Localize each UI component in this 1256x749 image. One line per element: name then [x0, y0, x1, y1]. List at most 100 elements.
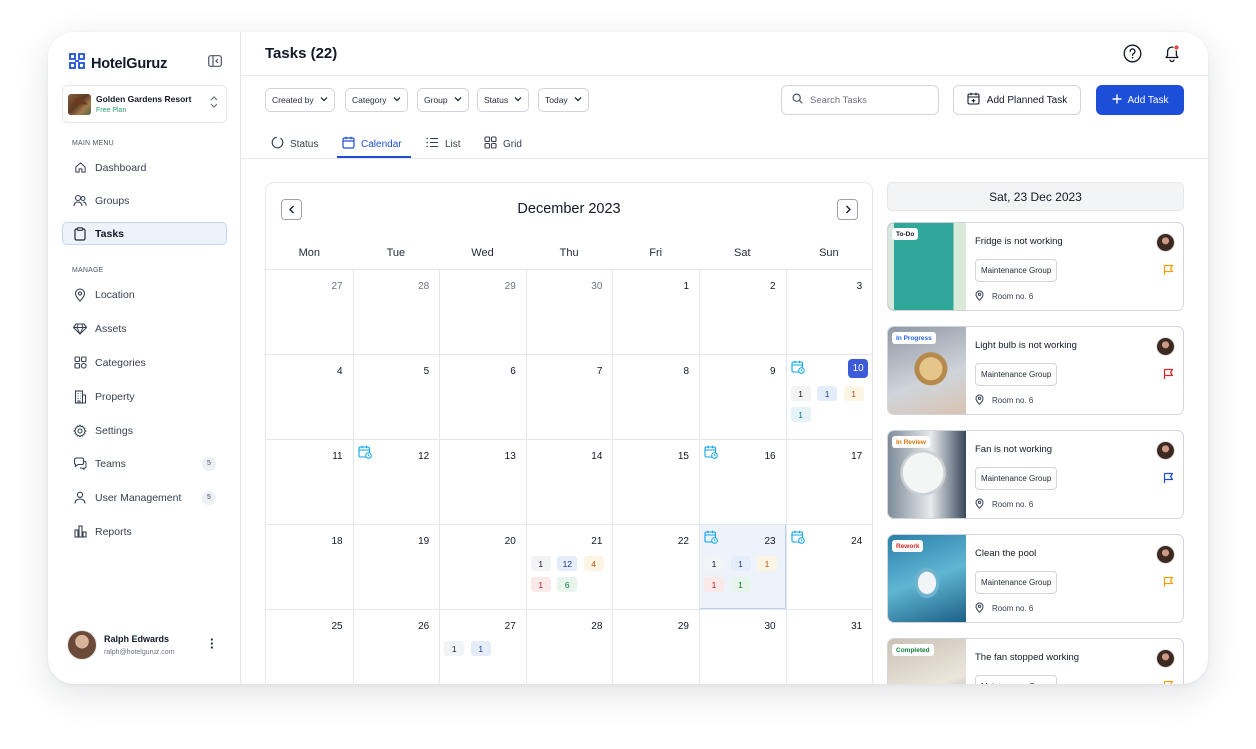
planned-task-icon[interactable]	[704, 445, 718, 464]
sidebar-item-reports[interactable]: Reports	[62, 520, 227, 543]
sidebar-item-label: Categories	[95, 356, 146, 369]
day-number: 26	[418, 621, 430, 632]
sidebar-item-location[interactable]: Location	[62, 283, 227, 306]
weekday-header: Mon	[298, 247, 320, 259]
sidebar-item-property[interactable]: Property	[62, 385, 227, 408]
highlighted-day-badge[interactable]: 10	[848, 359, 869, 378]
sidebar-item-groups[interactable]: Groups	[62, 189, 227, 212]
priority-flag-icon[interactable]	[1163, 471, 1174, 489]
planned-task-icon[interactable]	[704, 530, 718, 549]
sidebar-item-tasks[interactable]: Tasks	[62, 222, 227, 245]
planned-task-icon[interactable]	[791, 530, 805, 549]
filter-status[interactable]: Status	[477, 88, 530, 112]
task-count-chip[interactable]: 1	[704, 556, 724, 571]
tab-list[interactable]: List	[426, 130, 461, 158]
tab-grid[interactable]: Grid	[484, 130, 522, 158]
clipboard-icon	[73, 226, 87, 241]
status-badge: In Review	[892, 436, 930, 448]
sidebar-item-dashboard[interactable]: Dashboard	[62, 156, 227, 179]
search-input[interactable]	[810, 94, 920, 106]
help-icon[interactable]	[1123, 44, 1142, 68]
task-count-chip[interactable]: 1	[790, 386, 811, 401]
tabs-divider	[241, 158, 1208, 159]
day-number: 13	[504, 451, 516, 462]
priority-flag-icon[interactable]	[1163, 575, 1174, 593]
collapse-sidebar-icon[interactable]	[208, 54, 222, 72]
tab-calendar[interactable]: Calendar	[342, 130, 402, 158]
task-count-chip[interactable]: 1	[704, 577, 724, 592]
sidebar-item-teams[interactable]: Teams 5	[62, 452, 227, 475]
users-icon	[73, 194, 87, 208]
logo-icon	[67, 51, 87, 76]
next-month-button[interactable]	[837, 199, 858, 220]
filter-group[interactable]: Group	[417, 88, 469, 112]
tab-status[interactable]: Status	[271, 130, 318, 158]
tab-label: Grid	[503, 138, 522, 150]
day-number: 6	[510, 366, 516, 377]
status-badge: Completed	[892, 644, 934, 656]
calendar-month-title: December 2023	[517, 201, 621, 217]
filter-created-by[interactable]: Created by	[265, 88, 335, 112]
day-number: 9	[770, 366, 776, 377]
day-number: 28	[591, 621, 603, 632]
day-number: 8	[683, 366, 689, 377]
add-task-button[interactable]: Add Task	[1096, 85, 1184, 115]
filter-label: Today	[545, 95, 568, 105]
filter-date[interactable]: Today	[538, 88, 589, 112]
app-logo[interactable]: HotelGuruz	[67, 51, 167, 76]
property-plan: Free Plan	[96, 107, 127, 114]
month-calendar: December 2023 Mon Tue Wed Thu Fri Sat Sun 27 28 2…	[265, 182, 873, 684]
add-planned-task-label: Add Planned Task	[986, 94, 1068, 106]
task-count-chip[interactable]: 1	[730, 556, 751, 571]
planned-task-icon[interactable]	[791, 360, 805, 379]
sidebar: HotelGuruz Golden Gardens Resort Free Pl…	[48, 32, 241, 684]
task-count-chip[interactable]: 1	[730, 577, 751, 592]
task-card[interactable]: Rework Clean the pool Maintenance Group Roo…	[887, 534, 1184, 623]
task-count-chip[interactable]: 1	[790, 407, 811, 422]
calendar-icon	[342, 136, 355, 152]
filter-category[interactable]: Category	[345, 88, 408, 112]
task-card[interactable]: Completed The fan stopped working Maintena…	[887, 638, 1184, 684]
sidebar-item-user-management[interactable]: User Management 5	[62, 486, 227, 509]
task-count-chip[interactable]: 6	[557, 577, 578, 592]
priority-flag-icon[interactable]	[1163, 263, 1174, 281]
task-count-chip[interactable]: 1	[843, 386, 864, 401]
task-count-chip[interactable]: 1	[530, 577, 551, 592]
task-count-chip[interactable]: 1	[470, 641, 491, 656]
planned-task-icon[interactable]	[358, 445, 372, 464]
task-card[interactable]: In Review Fan is not working Maintenance G…	[887, 430, 1184, 519]
property-switcher[interactable]: Golden Gardens Resort Free Plan	[62, 85, 227, 123]
search-box[interactable]	[781, 85, 939, 115]
task-card[interactable]: To-Do Fridge is not working Maintenance Gr…	[887, 222, 1184, 311]
task-count-chip[interactable]: 4	[583, 556, 604, 571]
priority-flag-icon[interactable]	[1163, 367, 1174, 385]
task-count-chip[interactable]: 1	[530, 556, 551, 571]
avatar	[67, 630, 97, 660]
user-email: ralph@hotelguruz.com	[104, 649, 175, 656]
sidebar-item-assets[interactable]: Assets	[62, 317, 227, 340]
task-card[interactable]: In Progress Light bulb is not working Main…	[887, 326, 1184, 415]
task-count-chip[interactable]: 12	[557, 556, 578, 571]
day-number: 27	[504, 621, 516, 632]
sidebar-item-settings[interactable]: Settings	[62, 419, 227, 442]
chevron-down-icon	[514, 95, 522, 105]
teams-count-badge: 5	[202, 456, 216, 471]
day-number: 7	[596, 366, 603, 377]
sidebar-item-categories[interactable]: Categories	[62, 351, 227, 374]
add-planned-task-button[interactable]: Add Planned Task	[953, 85, 1081, 115]
task-count-chip[interactable]: 1	[757, 556, 777, 571]
task-count-chip[interactable]: 1	[817, 386, 838, 401]
user-management-count-badge: 5	[202, 490, 216, 505]
day-number: 12	[418, 451, 430, 462]
day-number: 1	[683, 281, 689, 292]
task-room: Room no. 6	[975, 498, 1033, 511]
user-menu-icon[interactable]: · · ·	[210, 633, 214, 654]
priority-flag-icon[interactable]	[1163, 679, 1174, 684]
notification-bell-icon[interactable]	[1162, 43, 1182, 68]
task-room-label: Room no. 6	[992, 500, 1034, 509]
user-profile[interactable]: Ralph Edwards ralph@hotelguruz.com	[67, 630, 175, 660]
task-count-chip[interactable]: 1	[444, 641, 465, 656]
sidebar-item-label: User Management	[95, 491, 182, 504]
chevron-down-icon	[320, 95, 328, 105]
selected-date-header: Sat, 23 Dec 2023	[887, 182, 1184, 211]
